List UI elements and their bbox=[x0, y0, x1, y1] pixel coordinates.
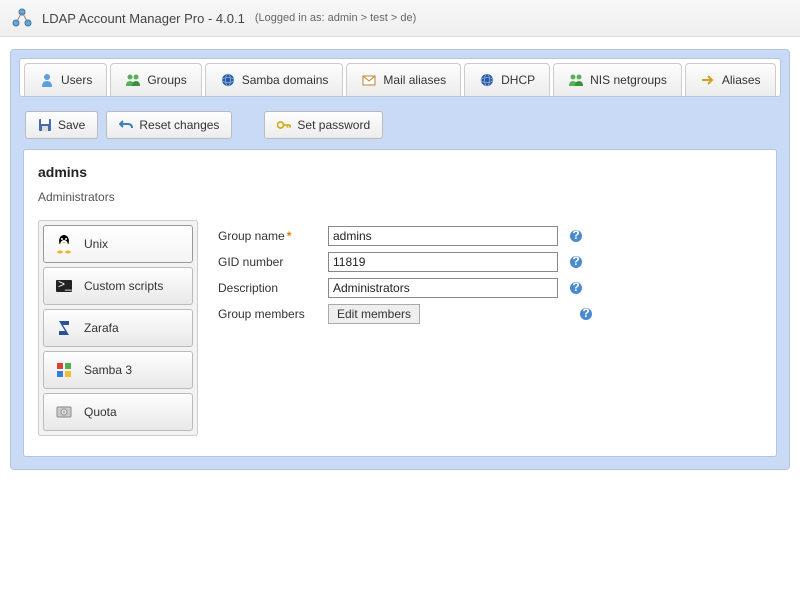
tab-samba-domains[interactable]: Samba domains bbox=[205, 63, 344, 96]
side-tab-label: Unix bbox=[84, 237, 108, 251]
tux-icon bbox=[54, 234, 74, 254]
app-title: LDAP Account Manager Pro - 4.0.1 bbox=[42, 11, 245, 26]
group-icon bbox=[125, 72, 141, 88]
tab-mail-aliases[interactable]: Mail aliases bbox=[346, 63, 461, 96]
tab-label: Mail aliases bbox=[383, 73, 446, 87]
svg-text:?: ? bbox=[572, 281, 579, 294]
tab-dhcp[interactable]: DHCP bbox=[464, 63, 550, 96]
windows-icon bbox=[54, 360, 74, 380]
body-row: Unix >_ Custom scripts Zarafa Samba 3 Qu… bbox=[38, 220, 762, 436]
row-members: Group members Edit members ? bbox=[218, 304, 762, 324]
user-icon bbox=[39, 72, 55, 88]
tab-users[interactable]: Users bbox=[24, 63, 107, 96]
save-icon bbox=[38, 118, 52, 132]
globe-icon bbox=[479, 72, 495, 88]
tab-label: Aliases bbox=[722, 73, 761, 87]
terminal-icon: >_ bbox=[54, 276, 74, 296]
button-label: Save bbox=[58, 118, 85, 132]
tab-aliases[interactable]: Aliases bbox=[685, 63, 776, 96]
help-icon[interactable]: ? bbox=[568, 228, 584, 244]
input-group-name[interactable] bbox=[328, 226, 558, 246]
tab-label: DHCP bbox=[501, 73, 535, 87]
group-name-heading: admins bbox=[38, 160, 762, 184]
label-description: Description bbox=[218, 281, 328, 295]
zarafa-icon bbox=[54, 318, 74, 338]
side-tab-label: Zarafa bbox=[84, 321, 119, 335]
row-gid: GID number ? bbox=[218, 252, 762, 272]
disk-icon bbox=[54, 402, 74, 422]
tab-label: Users bbox=[61, 73, 92, 87]
button-label: Set password bbox=[297, 118, 370, 132]
help-icon[interactable]: ? bbox=[568, 280, 584, 296]
svg-text:?: ? bbox=[582, 307, 589, 320]
reset-button[interactable]: Reset changes bbox=[106, 111, 232, 139]
app-header: LDAP Account Manager Pro - 4.0.1 (Logged… bbox=[0, 0, 800, 37]
label-gid: GID number bbox=[218, 255, 328, 269]
side-tab-label: Samba 3 bbox=[84, 363, 132, 377]
mail-icon bbox=[361, 72, 377, 88]
side-tab-zarafa[interactable]: Zarafa bbox=[43, 309, 193, 347]
key-icon bbox=[277, 118, 291, 132]
group-icon bbox=[568, 72, 584, 88]
login-info: (Logged in as: admin > test > de) bbox=[255, 12, 416, 24]
group-subtitle: Administrators bbox=[38, 184, 762, 214]
input-description[interactable] bbox=[328, 278, 558, 298]
form-area: Group name* ? GID number ? Description ?… bbox=[218, 220, 762, 436]
row-description: Description ? bbox=[218, 278, 762, 298]
side-tab-unix[interactable]: Unix bbox=[43, 225, 193, 263]
side-tab-label: Quota bbox=[84, 405, 117, 419]
button-label: Reset changes bbox=[139, 118, 219, 132]
svg-text:>_: >_ bbox=[58, 279, 72, 291]
side-tab-quota[interactable]: Quota bbox=[43, 393, 193, 431]
main-panel: Users Groups Samba domains Mail aliases … bbox=[10, 49, 790, 470]
arrow-icon bbox=[700, 72, 716, 88]
tab-groups[interactable]: Groups bbox=[110, 63, 201, 96]
save-button[interactable]: Save bbox=[25, 111, 98, 139]
tab-label: Groups bbox=[147, 73, 186, 87]
app-logo-icon bbox=[10, 6, 34, 30]
edit-members-button[interactable]: Edit members bbox=[328, 304, 420, 324]
content-box: admins Administrators Unix >_ Custom scr… bbox=[23, 149, 777, 457]
label-members: Group members bbox=[218, 307, 328, 321]
undo-icon bbox=[119, 118, 133, 132]
tab-label: NIS netgroups bbox=[590, 73, 667, 87]
svg-text:?: ? bbox=[572, 255, 579, 268]
action-bar: Save Reset changes Set password bbox=[19, 97, 781, 149]
input-gid[interactable] bbox=[328, 252, 558, 272]
svg-text:?: ? bbox=[572, 229, 579, 242]
top-tabs: Users Groups Samba domains Mail aliases … bbox=[19, 58, 781, 97]
side-tabs: Unix >_ Custom scripts Zarafa Samba 3 Qu… bbox=[38, 220, 198, 436]
label-group-name: Group name* bbox=[218, 229, 328, 243]
side-tab-label: Custom scripts bbox=[84, 279, 163, 293]
help-icon[interactable]: ? bbox=[578, 306, 594, 322]
help-icon[interactable]: ? bbox=[568, 254, 584, 270]
side-tab-custom-scripts[interactable]: >_ Custom scripts bbox=[43, 267, 193, 305]
tab-nis-netgroups[interactable]: NIS netgroups bbox=[553, 63, 682, 96]
side-tab-samba3[interactable]: Samba 3 bbox=[43, 351, 193, 389]
row-group-name: Group name* ? bbox=[218, 226, 762, 246]
set-password-button[interactable]: Set password bbox=[264, 111, 383, 139]
globe-icon bbox=[220, 72, 236, 88]
tab-label: Samba domains bbox=[242, 73, 329, 87]
required-marker: * bbox=[287, 229, 292, 243]
